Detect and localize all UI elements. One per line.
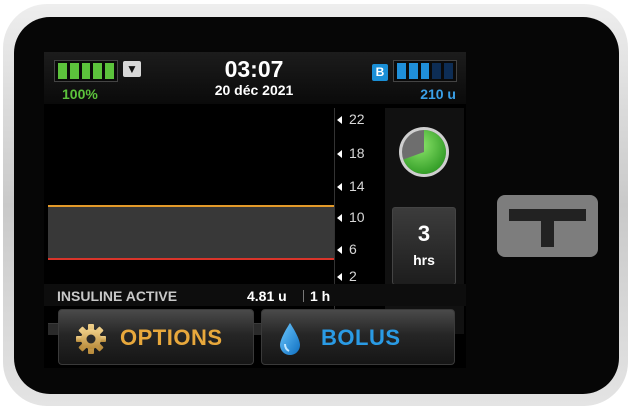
options-button[interactable]: OPTIONS	[58, 309, 254, 365]
clock-date: 20 déc 2021	[214, 82, 294, 98]
y-tick: 22	[337, 111, 377, 127]
timeframe-button[interactable]: 3 hrs	[392, 207, 456, 285]
pie-timer-icon[interactable]	[397, 125, 451, 179]
y-tick: 18	[337, 145, 377, 161]
status-bar: ▼ 100% 03:07 20 déc 2021 B 210 u	[44, 52, 466, 104]
timeframe-unit: hrs	[413, 252, 435, 268]
insulin-remaining: 210 u	[420, 86, 456, 102]
bolus-label: BOLUS	[321, 325, 401, 350]
iob-value: 4.81 u	[247, 288, 287, 304]
antenna-icon: ▼	[123, 61, 141, 77]
active-insulin-row: INSULINE ACTIVE 4.81 u 1 h	[44, 284, 466, 306]
cartridge-icon	[393, 60, 457, 82]
iob-duration: 1 h	[310, 288, 331, 304]
target-low-line	[48, 258, 334, 260]
y-tick: 6	[337, 241, 377, 257]
pump-screen: ▼ 100% 03:07 20 déc 2021 B 210 u 22 18 1…	[44, 52, 466, 368]
battery-icon	[54, 60, 118, 82]
timeframe-value: 3	[417, 221, 431, 246]
iob-label: INSULINE ACTIVE	[57, 288, 178, 304]
y-tick: 10	[337, 209, 377, 225]
drop-icon	[280, 323, 300, 355]
y-tick: 2	[337, 268, 377, 284]
y-tick: 14	[337, 178, 377, 194]
options-label: OPTIONS	[120, 325, 223, 350]
target-range-band	[48, 206, 334, 260]
bolus-badge: B	[372, 64, 388, 81]
battery-percent: 100%	[62, 86, 98, 102]
clock-time: 03:07	[224, 56, 284, 82]
gear-icon	[76, 324, 106, 354]
t-logo	[497, 195, 598, 257]
target-high-line	[48, 205, 334, 207]
bolus-button[interactable]: BOLUS	[261, 309, 455, 365]
